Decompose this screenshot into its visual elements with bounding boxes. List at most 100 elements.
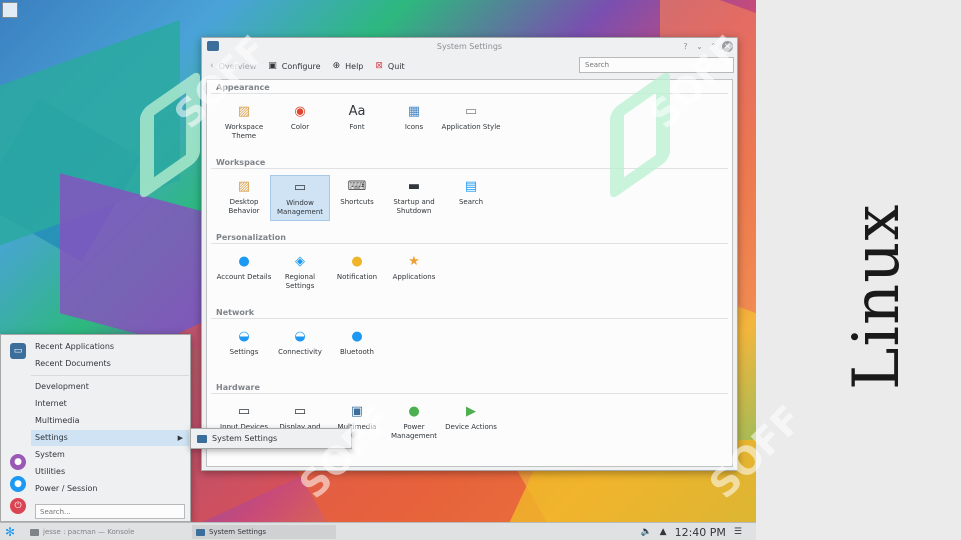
power-management-icon: ● [408,403,420,419]
menu-item-settings[interactable]: Settings ▶ [31,430,189,446]
section-items: ◒ Settings ◒ Connectivity ● Bluetooth [207,319,732,379]
section-title: Personalization [211,232,728,244]
tray-expand-icon[interactable]: ▲ [660,527,667,537]
menu-item-power-session[interactable]: Power / Session [35,481,190,497]
help-button[interactable]: ⊕ Help [333,61,364,71]
settings-item-label: Power Management [390,423,438,440]
system-tray: 🔈 ▲ 12:40 PM ☰ [640,524,750,540]
section-personalization: Personalization ● Account Details ◈ Regional… [207,232,732,304]
menu-item-recent-documents[interactable]: Recent Documents [35,356,190,372]
help-icon[interactable]: ? [680,41,691,52]
settings-submenu[interactable]: System Settings [190,428,352,449]
settings-item-settings[interactable]: ◒ Settings [214,325,274,371]
search-doc-icon: ▤ [464,178,478,194]
task-konsole[interactable]: jesse : pacman — Konsole [26,525,186,539]
search-input[interactable] [579,57,734,73]
settings-item-label: Device Actions [445,423,497,431]
settings-item-font[interactable]: Aa Font [327,100,387,146]
menu-item-multimedia[interactable]: Multimedia [35,413,190,429]
menu-item-internet[interactable]: Internet [35,396,190,412]
settings-item-account-details[interactable]: ● Account Details [214,250,274,296]
settings-item-regional-settings[interactable]: ◈ Regional Settings [270,250,330,296]
applications-star-icon: ★ [408,253,420,269]
application-launcher-menu: ▭ Recent Applications Recent Documents D… [0,334,191,522]
panel-menu-icon[interactable]: ☰ [734,527,742,537]
system-icon: ● [10,454,26,470]
menu-item-development[interactable]: Development [35,379,190,395]
section-items: ● Account Details ◈ Regional Settings ● Notif… [207,244,732,304]
settings-item-notification[interactable]: ● Notification [327,250,387,296]
settings-item-label: Regional Settings [284,273,316,290]
menu-item-recent-applications[interactable]: Recent Applications [35,339,190,355]
chevron-right-icon: ▶ [177,434,183,442]
quit-button[interactable]: ⊠ Quit [375,61,404,71]
utilities-icon: ● [10,476,26,492]
menu-item-system[interactable]: System [35,447,190,463]
toolbar: ‹ Overview ▣ Configure ⊕ Help ⊠ Quit [202,55,737,77]
settings-item-label: Notification [336,273,378,281]
device-actions-icon: ▶ [466,403,476,419]
settings-item-bluetooth[interactable]: ● Bluetooth [327,325,387,371]
settings-item-label: Workspace Theme [224,123,264,140]
account-icon: ● [238,253,250,269]
settings-item-label: Application Style [441,123,501,131]
launcher-icon[interactable]: ✻ [3,525,17,539]
menu-item-settings-label: Settings [35,433,68,442]
window-titlebar[interactable]: System Settings ? ⌄ ⌃ ✕ [202,38,737,55]
settings-item-workspace-theme[interactable]: ▨ Workspace Theme [214,100,274,146]
display-icon: ▭ [293,403,307,419]
menu-item-utilities[interactable]: Utilities [35,464,190,480]
overview-label: Overview [218,61,257,71]
menu-search-input[interactable] [35,504,185,519]
task-system-settings[interactable]: System Settings [192,525,336,539]
application-style-icon: ▭ [464,103,478,119]
volume-icon[interactable]: 🔈 [640,527,651,537]
section-network: Network ◒ Settings ◒ Connectivity ● Bluetooth [207,307,732,379]
system-settings-task-icon [196,528,205,536]
settings-item-icons[interactable]: ▦ Icons [384,100,444,146]
configure-label: Configure [281,61,321,71]
overview-button[interactable]: ‹ Overview [210,61,256,71]
desktop-toolbox-button[interactable] [2,2,18,18]
settings-item-label: Font [349,123,365,131]
icons-icon: ▦ [407,103,421,119]
font-icon: Aa [348,103,366,119]
settings-item-power-management[interactable]: ● Power Management [384,400,444,446]
task-konsole-label: jesse : pacman — Konsole [43,528,135,536]
settings-item-label: Settings [229,348,259,356]
startup-icon: ▬ [407,178,421,194]
settings-item-connectivity[interactable]: ◒ Connectivity [270,325,330,371]
configure-button[interactable]: ▣ Configure [268,61,320,71]
settings-item-label: Window Management [276,199,324,216]
system-settings-app-icon [207,41,219,51]
settings-item-color[interactable]: ◉ Color [270,100,330,146]
settings-item-shortcuts[interactable]: ⌨ Shortcuts [327,175,387,221]
task-system-settings-label: System Settings [209,528,267,536]
minimize-icon[interactable]: ⌄ [694,41,705,52]
connectivity-icon: ◒ [294,328,306,344]
settings-item-desktop-behavior[interactable]: ▨ Desktop Behavior [214,175,274,221]
quit-icon: ⊠ [375,61,383,71]
settings-item-device-actions[interactable]: ▶ Device Actions [441,400,501,446]
settings-item-label: Desktop Behavior [228,198,260,215]
settings-item-application-style[interactable]: ▭ Application Style [441,100,501,146]
workspace-theme-icon: ▨ [237,103,251,119]
input-devices-icon: ▭ [237,403,251,419]
settings-item-applications[interactable]: ★ Applications [384,250,444,296]
settings-item-window-management[interactable]: ▭ Window Management [270,175,330,221]
color-wheel-icon: ◉ [294,103,306,119]
window-title: System Settings [436,42,503,51]
settings-item-startup-and-shutdown[interactable]: ▬ Startup and Shutdown [384,175,444,221]
keyboard-icon: ⌨ [347,178,367,194]
window-management-icon: ▭ [293,179,307,195]
settings-item-label: Shortcuts [340,198,374,206]
maximize-icon[interactable]: ⌃ [708,41,719,52]
settings-item-label: Connectivity [278,348,322,356]
settings-item-search[interactable]: ▤ Search [441,175,501,221]
lifebuoy-icon: ⊕ [332,61,341,71]
close-icon[interactable]: ✕ [722,41,733,52]
regional-icon: ◈ [295,253,305,269]
submenu-item-system-settings[interactable]: System Settings [212,434,277,443]
clock[interactable]: 12:40 PM [675,526,726,539]
settings-item-label: Applications [392,273,436,281]
